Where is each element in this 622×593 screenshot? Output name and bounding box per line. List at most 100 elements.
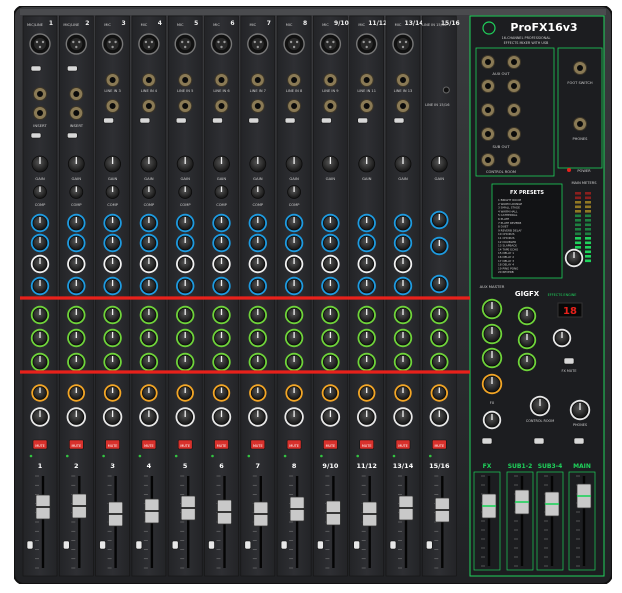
line-switch[interactable]	[30, 65, 42, 72]
pan-knob[interactable]	[102, 407, 123, 427]
eq-knob[interactable]	[67, 213, 86, 233]
pfl-solo-button[interactable]	[317, 540, 324, 550]
pfl-solo-button[interactable]	[135, 540, 143, 550]
fx-master-knob[interactable]	[481, 373, 503, 395]
mute-button[interactable]: MUTE	[431, 439, 447, 450]
comp-knob[interactable]	[69, 185, 84, 199]
eq-knob[interactable]	[393, 233, 413, 253]
line-input-jack[interactable]	[250, 73, 265, 87]
insert-jack[interactable]	[105, 99, 120, 113]
eq-knob[interactable]	[357, 276, 376, 296]
pad-switch[interactable]	[30, 132, 42, 139]
line-input-jack[interactable]	[69, 87, 84, 101]
aux-send-knob[interactable]	[103, 352, 122, 372]
aux-send-knob[interactable]	[67, 305, 86, 325]
pan-knob[interactable]	[320, 407, 341, 427]
mute-button[interactable]: MUTE	[32, 439, 48, 450]
line-input-jack[interactable]	[141, 73, 156, 87]
eq-knob[interactable]	[321, 233, 340, 253]
aux-output-jack[interactable]	[507, 55, 521, 69]
eq-knob[interactable]	[357, 233, 376, 253]
comp-knob[interactable]	[33, 185, 47, 199]
eq-knob[interactable]	[212, 276, 231, 296]
aux-output-jack[interactable]	[507, 103, 521, 117]
pfl-solo-button[interactable]	[208, 540, 215, 550]
eq-knob[interactable]	[393, 276, 413, 296]
pfl-solo-button[interactable]	[171, 540, 179, 550]
pad-switch[interactable]	[393, 117, 405, 124]
pan-knob[interactable]	[357, 407, 377, 427]
eq-knob[interactable]	[393, 254, 413, 274]
eq-knob[interactable]	[248, 233, 267, 253]
fx-to-aux-knob[interactable]	[517, 330, 537, 350]
line-input-jack[interactable]	[359, 73, 374, 87]
aux-send-knob[interactable]	[30, 305, 50, 325]
eq-knob[interactable]	[284, 276, 304, 296]
gain-knob[interactable]	[285, 155, 303, 173]
insert-jack[interactable]	[178, 99, 193, 113]
eq-knob[interactable]	[176, 276, 195, 296]
aux-send-knob[interactable]	[176, 352, 195, 372]
line-input-jack[interactable]	[33, 87, 47, 101]
eq-knob[interactable]	[321, 254, 340, 274]
gain-knob[interactable]	[67, 155, 85, 173]
xlr-input[interactable]	[65, 33, 87, 55]
fx-send-knob[interactable]	[430, 384, 448, 402]
xlr-input[interactable]	[138, 33, 160, 55]
aux-send-knob[interactable]	[103, 328, 122, 348]
fx-send-knob[interactable]	[249, 384, 267, 402]
aux-master-knob[interactable]	[481, 323, 503, 345]
aux-send-knob[interactable]	[284, 352, 304, 372]
control-room-jack-r[interactable]	[507, 153, 521, 167]
pfl-solo-button[interactable]	[26, 540, 34, 550]
eq-knob[interactable]	[248, 276, 267, 296]
eq-knob[interactable]	[139, 213, 159, 233]
gain-knob[interactable]	[394, 155, 412, 173]
pad-switch[interactable]	[284, 117, 296, 124]
aux-send-knob[interactable]	[248, 305, 267, 325]
aux-send-knob[interactable]	[284, 305, 304, 325]
xlr-input[interactable]	[283, 33, 305, 55]
eq-knob[interactable]	[430, 274, 449, 294]
mute-button[interactable]: MUTE	[395, 439, 411, 450]
mute-button[interactable]: MUTE	[68, 439, 84, 450]
pan-knob[interactable]	[66, 407, 86, 427]
source-button[interactable]	[533, 437, 545, 445]
fx-send-knob[interactable]	[394, 384, 412, 402]
fx-to-aux-knob[interactable]	[517, 306, 537, 326]
eq-knob[interactable]	[321, 213, 340, 233]
eq-knob[interactable]	[357, 254, 376, 274]
line-input-right-jack[interactable]	[323, 99, 338, 113]
mute-button[interactable]: MUTE	[359, 439, 375, 450]
xlr-input[interactable]	[101, 33, 124, 55]
comp-knob[interactable]	[178, 185, 193, 199]
eq-knob[interactable]	[284, 254, 304, 274]
line-input-right-jack[interactable]	[359, 99, 374, 113]
eq-knob[interactable]	[103, 276, 122, 296]
aux-send-knob[interactable]	[139, 328, 159, 348]
pad-switch[interactable]	[103, 117, 114, 124]
pan-knob[interactable]	[211, 407, 232, 427]
eq-knob[interactable]	[103, 233, 122, 253]
xlr-input[interactable]	[392, 33, 414, 55]
comp-knob[interactable]	[105, 185, 120, 199]
eq-knob[interactable]	[248, 213, 267, 233]
phones-jack[interactable]	[573, 117, 587, 131]
eq-knob[interactable]	[248, 254, 267, 274]
pad-switch[interactable]	[66, 132, 78, 139]
pfl-solo-button[interactable]	[62, 540, 70, 550]
line-input-jack[interactable]	[214, 73, 229, 87]
phones-source-button[interactable]	[573, 437, 585, 445]
gain-knob[interactable]	[140, 155, 158, 173]
aux-send-knob[interactable]	[30, 352, 50, 372]
aux-send-knob[interactable]	[67, 352, 86, 372]
aux-send-knob[interactable]	[30, 328, 50, 348]
aux-output-jack[interactable]	[507, 127, 521, 141]
fx-to-aux-knob[interactable]	[517, 352, 537, 372]
eq-knob[interactable]	[284, 213, 304, 233]
eq-knob[interactable]	[67, 276, 86, 296]
mute-button[interactable]: MUTE	[141, 439, 157, 450]
aux-send-knob[interactable]	[357, 305, 376, 325]
mute-button[interactable]: MUTE	[177, 439, 193, 450]
eq-knob[interactable]	[103, 213, 122, 233]
